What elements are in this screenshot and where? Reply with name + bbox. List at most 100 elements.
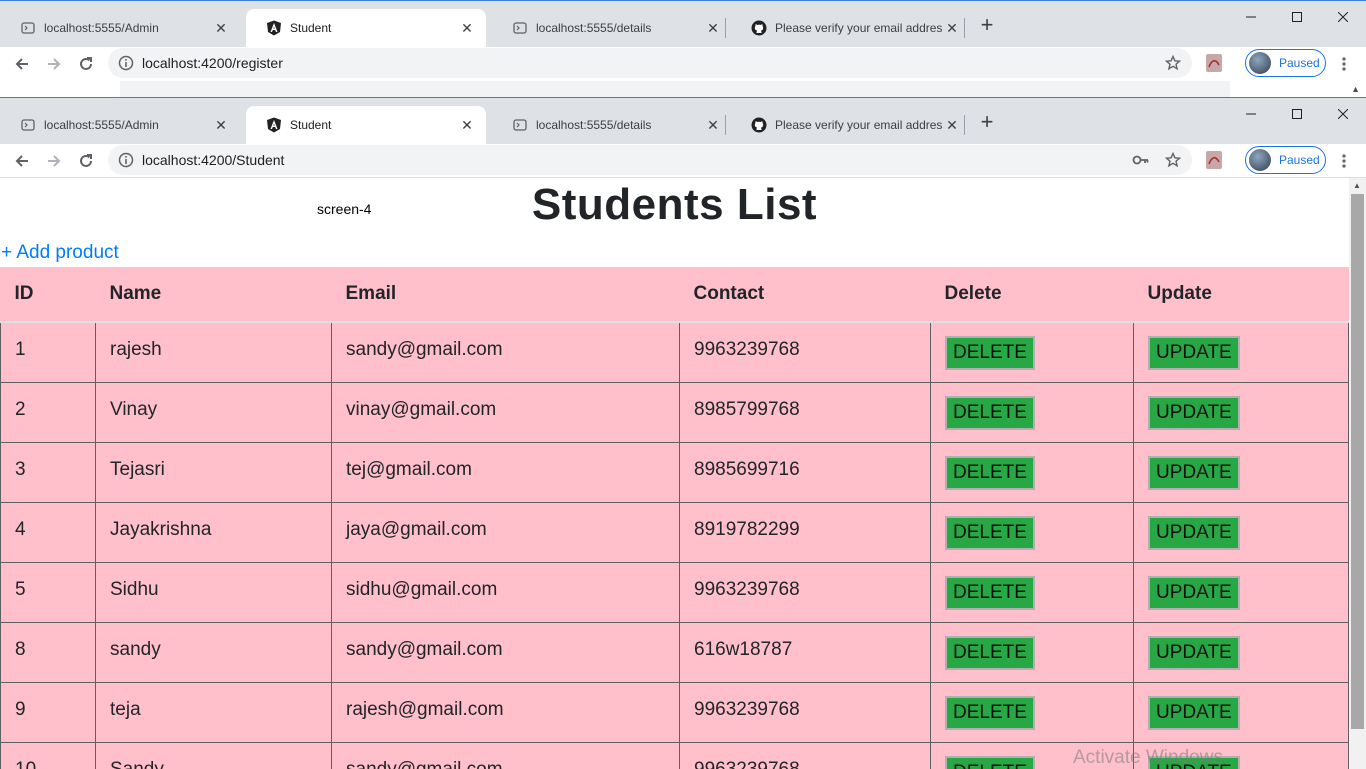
cell-delete: DELETE [931, 502, 1134, 562]
star-icon[interactable] [1160, 48, 1186, 78]
scroll-up-icon[interactable]: ▲ [1353, 181, 1361, 190]
tab-title: localhost:5555/details [536, 21, 704, 35]
profile-button[interactable]: Paused [1245, 49, 1326, 77]
close-icon[interactable]: ✕ [212, 116, 230, 134]
column-header-delete: Delete [931, 267, 1134, 322]
browser-toolbar: localhost:4200/Student Paused [0, 144, 1366, 178]
maximize-button[interactable] [1274, 98, 1320, 130]
profile-button[interactable]: Paused [1245, 146, 1326, 174]
close-icon[interactable]: ✕ [704, 116, 722, 134]
tab-github[interactable]: Please verify your email address ✕ [731, 106, 971, 144]
close-icon[interactable]: ✕ [458, 19, 476, 37]
close-icon[interactable]: ✕ [704, 19, 722, 37]
cell-update: UPDATE [1134, 322, 1349, 382]
update-button[interactable]: UPDATE [1148, 396, 1240, 430]
new-tab-button[interactable]: + [976, 15, 998, 37]
dev-server-icon [512, 20, 528, 36]
forward-button[interactable] [40, 50, 68, 78]
pdf-extension-icon[interactable] [1204, 53, 1224, 73]
update-button[interactable]: UPDATE [1148, 516, 1240, 550]
delete-button[interactable]: DELETE [945, 576, 1035, 610]
dev-server-icon [20, 20, 36, 36]
table-row: 2Vinayvinay@gmail.com8985799768DELETEUPD… [1, 382, 1349, 442]
cell-update: UPDATE [1134, 622, 1349, 682]
tab-student[interactable]: Student ✕ [246, 106, 486, 144]
url-text: localhost:4200/Student [142, 152, 284, 168]
tab-title: Student [290, 118, 458, 132]
minimize-button[interactable] [1228, 1, 1274, 33]
update-button[interactable]: UPDATE [1148, 636, 1240, 670]
delete-button[interactable]: DELETE [945, 336, 1035, 370]
tab-title: localhost:5555/Admin [44, 21, 212, 35]
table-row: 8sandysandy@gmail.com616w18787DELETEUPDA… [1, 622, 1349, 682]
back-window-page-edge: ▲ [0, 81, 1366, 98]
table-row: 9tejarajesh@gmail.com9963239768DELETEUPD… [1, 682, 1349, 742]
cell-id: 9 [1, 682, 96, 742]
info-icon[interactable] [118, 55, 134, 71]
tab-student[interactable]: Student ✕ [246, 9, 486, 47]
page-title: Students List [0, 180, 1349, 230]
minimize-button[interactable] [1228, 98, 1274, 130]
info-icon[interactable] [118, 152, 134, 168]
github-icon [751, 117, 767, 133]
table-row: 1rajeshsandy@gmail.com9963239768DELETEUP… [1, 322, 1349, 382]
tab-github[interactable]: Please verify your email address ✕ [731, 9, 971, 47]
delete-button[interactable]: DELETE [945, 516, 1035, 550]
forward-button[interactable] [40, 147, 68, 175]
update-button[interactable]: UPDATE [1148, 456, 1240, 490]
cell-update: UPDATE [1134, 502, 1349, 562]
tab-admin[interactable]: localhost:5555/Admin ✕ [0, 106, 240, 144]
close-icon[interactable]: ✕ [943, 19, 961, 37]
star-icon[interactable] [1160, 145, 1186, 175]
key-icon[interactable] [1128, 145, 1154, 175]
back-button[interactable] [8, 147, 36, 175]
page-viewport: Students List screen-4 + Add product ID … [0, 177, 1366, 769]
cell-email: sandy@gmail.com [332, 622, 680, 682]
scrollbar-thumb[interactable] [1351, 194, 1364, 729]
github-icon [751, 20, 767, 36]
close-window-button[interactable] [1320, 1, 1366, 33]
cell-update: UPDATE [1134, 562, 1349, 622]
tab-details[interactable]: localhost:5555/details ✕ [492, 106, 732, 144]
new-tab-button[interactable]: + [976, 112, 998, 134]
reload-button[interactable] [72, 147, 100, 175]
tab-separator [725, 18, 726, 38]
cell-id: 10 [1, 742, 96, 769]
cell-contact: 9963239768 [680, 742, 931, 769]
back-button[interactable] [8, 50, 36, 78]
cell-email: jaya@gmail.com [332, 502, 680, 562]
cell-update: UPDATE [1134, 682, 1349, 742]
address-bar[interactable]: localhost:4200/register [108, 48, 1192, 78]
address-bar[interactable]: localhost:4200/Student [108, 145, 1192, 175]
url-text: localhost:4200/register [142, 55, 283, 71]
pdf-extension-icon[interactable] [1204, 150, 1224, 170]
tab-separator [725, 115, 726, 135]
cell-name: rajesh [96, 322, 332, 382]
close-icon[interactable]: ✕ [943, 116, 961, 134]
scroll-up-icon[interactable]: ▲ [1351, 84, 1360, 94]
maximize-button[interactable] [1274, 1, 1320, 33]
close-icon[interactable]: ✕ [458, 116, 476, 134]
delete-button[interactable]: DELETE [945, 456, 1035, 490]
cell-id: 1 [1, 322, 96, 382]
update-button[interactable]: UPDATE [1148, 336, 1240, 370]
browser-window-front: localhost:5555/Admin ✕ Student ✕ localho… [0, 97, 1366, 768]
cell-delete: DELETE [931, 442, 1134, 502]
more-menu-icon[interactable] [1332, 147, 1356, 175]
update-button[interactable]: UPDATE [1148, 576, 1240, 610]
delete-button[interactable]: DELETE [945, 696, 1035, 730]
dev-server-icon [20, 117, 36, 133]
more-menu-icon[interactable] [1332, 50, 1356, 78]
tab-details[interactable]: localhost:5555/details ✕ [492, 9, 732, 47]
delete-button[interactable]: DELETE [945, 636, 1035, 670]
tab-admin[interactable]: localhost:5555/Admin ✕ [0, 9, 240, 47]
reload-button[interactable] [72, 50, 100, 78]
delete-button[interactable]: DELETE [945, 756, 1035, 769]
close-icon[interactable]: ✕ [212, 19, 230, 37]
cell-email: sidhu@gmail.com [332, 562, 680, 622]
delete-button[interactable]: DELETE [945, 396, 1035, 430]
update-button[interactable]: UPDATE [1148, 696, 1240, 730]
vertical-scrollbar[interactable]: ▲ [1349, 178, 1366, 769]
close-window-button[interactable] [1320, 98, 1366, 130]
add-product-link[interactable]: + Add product [1, 242, 119, 264]
